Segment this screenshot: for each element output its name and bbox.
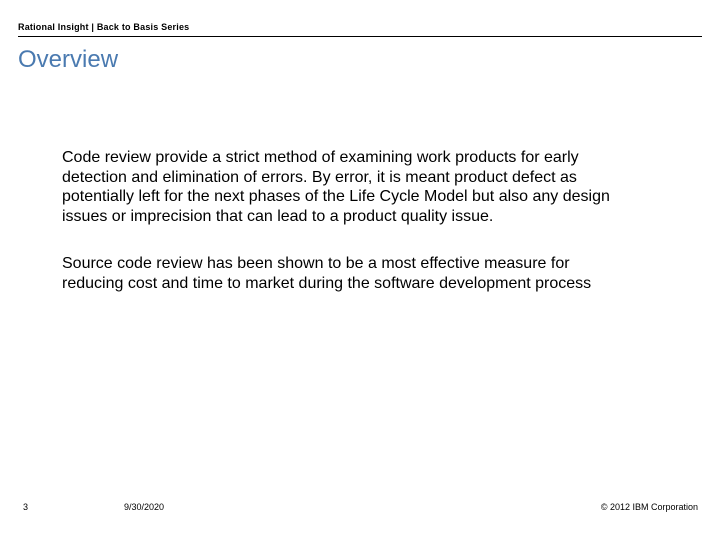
page-title: Overview [18, 46, 118, 74]
footer-copyright: © 2012 IBM Corporation [601, 502, 698, 512]
paragraph-1: Code review provide a strict method of e… [62, 148, 622, 226]
footer-date: 9/30/2020 [124, 502, 164, 512]
horizontal-rule [18, 36, 702, 37]
slide: Rational Insight | Back to Basis Series … [0, 0, 720, 540]
paragraph-2: Source code review has been shown to be … [62, 254, 622, 293]
footer-page-number: 3 [23, 502, 28, 512]
body-area: Code review provide a strict method of e… [62, 148, 622, 321]
header-line: Rational Insight | Back to Basis Series [18, 22, 189, 32]
